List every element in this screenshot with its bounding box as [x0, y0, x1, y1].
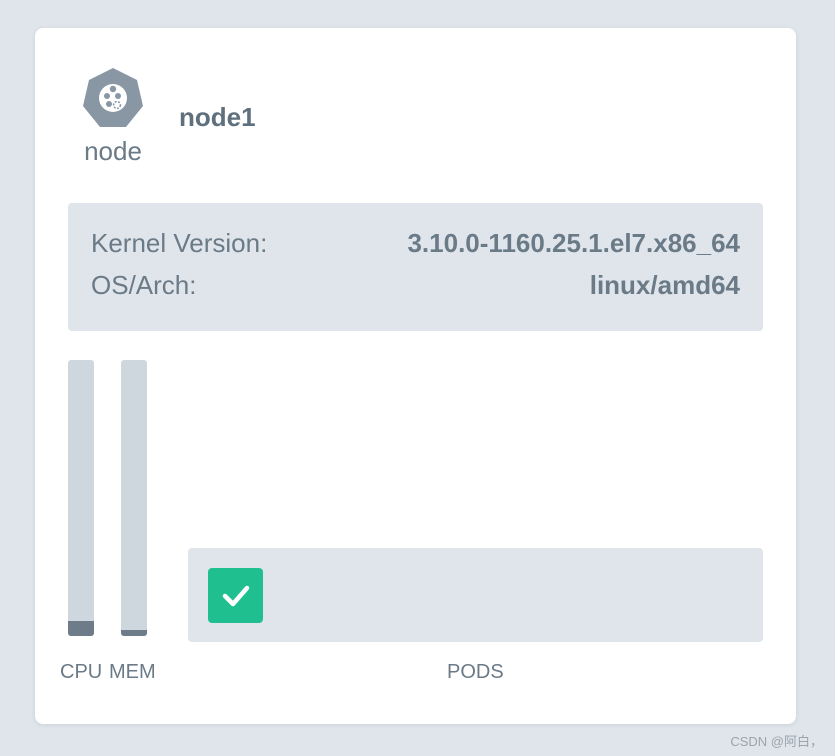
pods-panel [188, 548, 763, 642]
mem-label: MEM [109, 661, 156, 683]
node-info-panel: Kernel Version: 3.10.0-1160.25.1.el7.x86… [68, 203, 763, 331]
kernel-version-label: Kernel Version: [91, 228, 268, 258]
pod-status-ok[interactable] [208, 568, 263, 623]
kernel-version-value: 3.10.0-1160.25.1.el7.x86_64 [407, 228, 740, 258]
cpu-label: CPU [60, 661, 103, 683]
mem-usage-fill [121, 629, 147, 636]
kernel-version-row: Kernel Version: 3.10.0-1160.25.1.el7.x86… [91, 228, 740, 262]
os-arch-row: OS/Arch: linux/amd64 [91, 270, 740, 304]
pods-label: PODS [447, 661, 504, 683]
cpu-usage-fill [68, 620, 94, 636]
mem-usage-bar[interactable] [121, 360, 147, 636]
node-name[interactable]: node1 [179, 102, 256, 133]
os-arch-label: OS/Arch: [91, 270, 197, 300]
cpu-usage-bar[interactable] [68, 360, 94, 636]
check-icon [222, 585, 250, 607]
os-arch-value: linux/amd64 [589, 270, 740, 300]
node-kind-label: node [84, 136, 142, 166]
kubernetes-node-icon [81, 66, 145, 130]
watermark: CSDN @阿白， [730, 734, 823, 749]
node-card: node node1 Kernel Version: 3.10.0-1160.2… [35, 28, 796, 724]
